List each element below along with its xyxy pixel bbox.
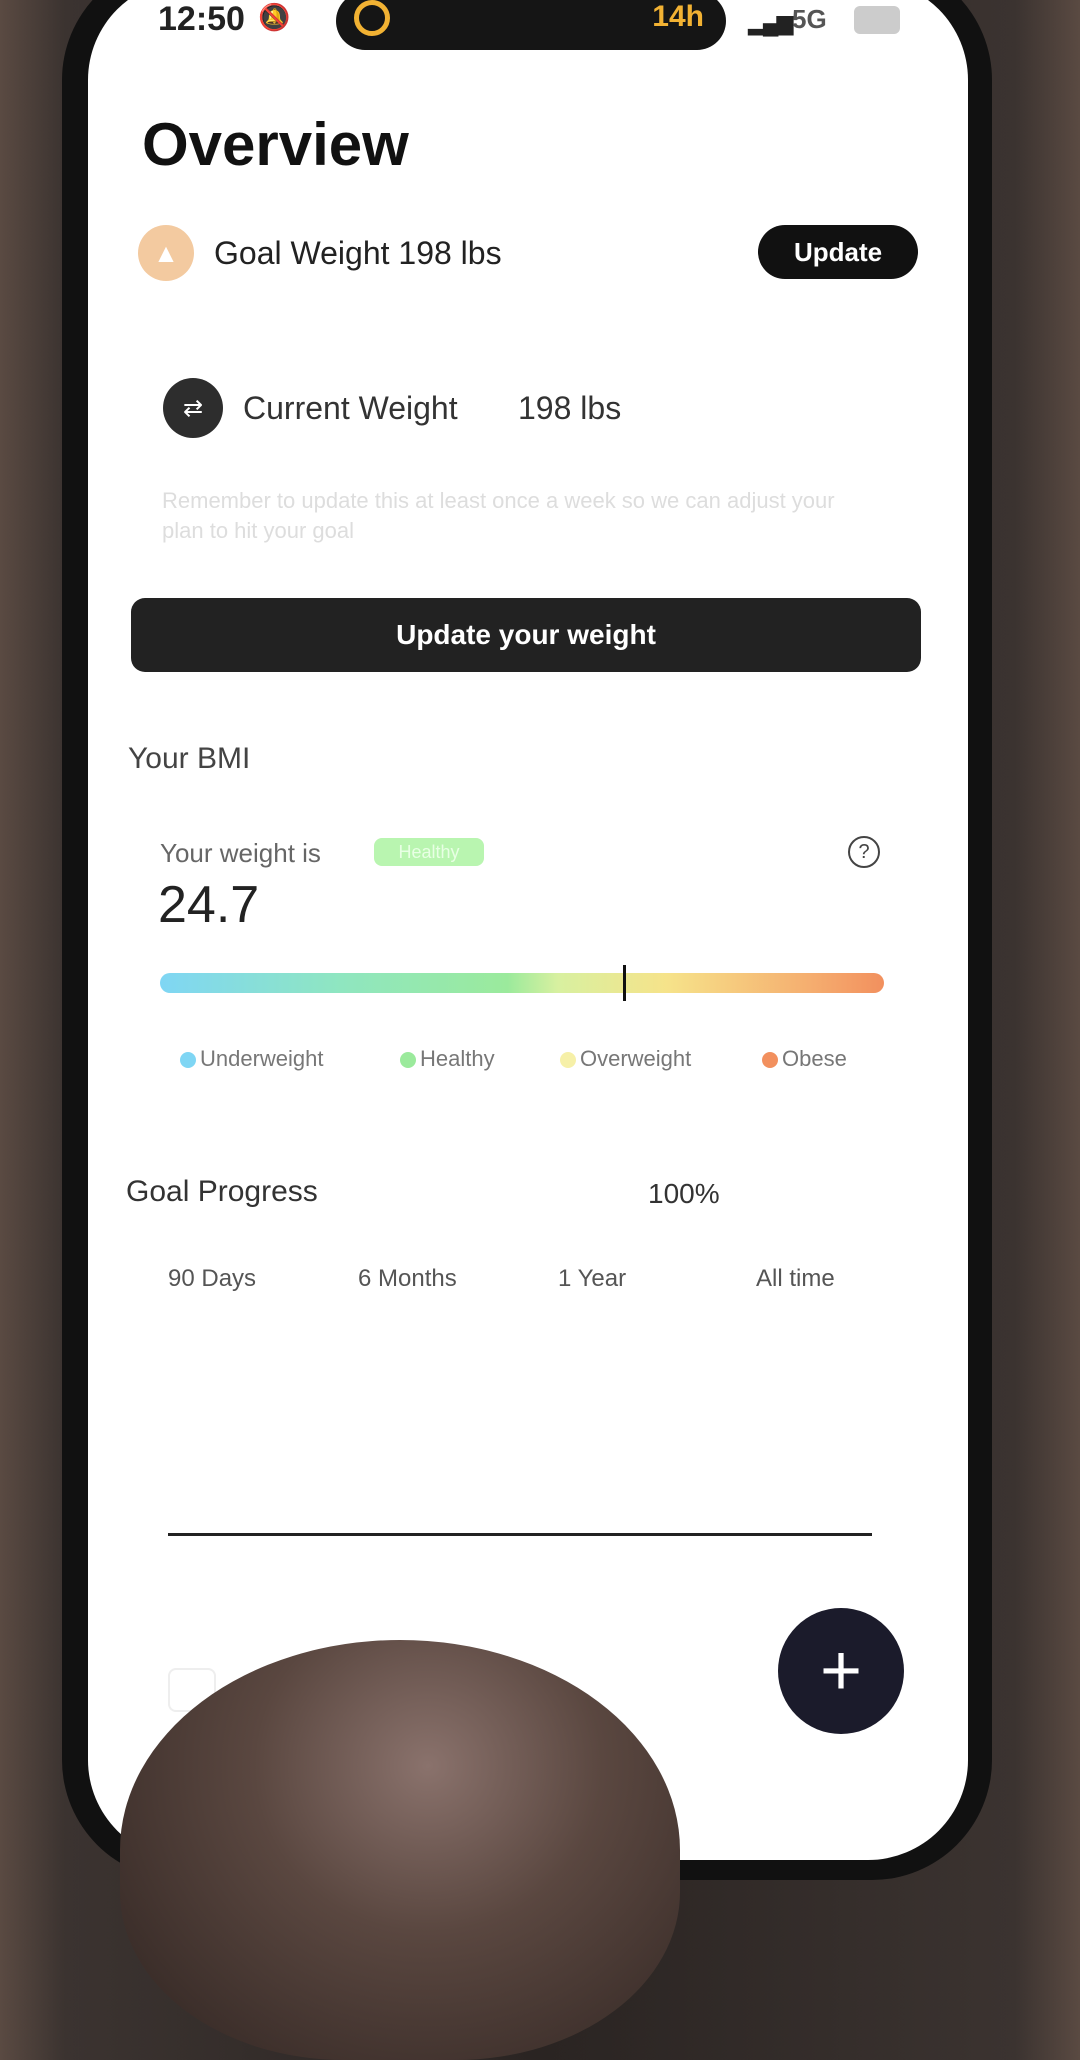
goal-progress-label: Goal Progress bbox=[126, 1175, 318, 1208]
legend-obese: Obese bbox=[762, 1046, 847, 1072]
legend-overweight: Overweight bbox=[560, 1046, 691, 1072]
status-time: 12:50 bbox=[158, 0, 245, 38]
dumbbell-icon: ⇄ bbox=[163, 378, 223, 438]
bmi-value: 24.7 bbox=[158, 876, 260, 934]
trophy-icon: ▲ bbox=[138, 225, 194, 281]
status-bar: 12:50 🔕 14h ▂▄▆ 5G bbox=[88, 0, 968, 50]
help-icon[interactable]: ? bbox=[848, 836, 880, 868]
dynamic-island: 14h bbox=[336, 0, 726, 50]
mute-bell-icon: 🔕 bbox=[258, 2, 291, 32]
legend-dot bbox=[400, 1052, 416, 1069]
goal-progress-percent: 100% bbox=[648, 1178, 720, 1209]
tab-all-time[interactable]: All time bbox=[756, 1265, 835, 1293]
legend-dot bbox=[762, 1052, 778, 1069]
page-title: Overview bbox=[142, 111, 409, 178]
progress-chart-baseline bbox=[168, 1533, 872, 1536]
update-goal-button[interactable]: Update bbox=[758, 225, 918, 279]
finger-overlay bbox=[120, 1640, 680, 2060]
tab-6-months[interactable]: 6 Months bbox=[358, 1265, 457, 1293]
tab-1-year[interactable]: 1 Year bbox=[558, 1265, 626, 1293]
timer-icon bbox=[354, 0, 390, 36]
update-weight-button[interactable]: Update your weight bbox=[131, 598, 921, 672]
battery-icon bbox=[854, 6, 900, 34]
timer-text: 14h bbox=[652, 0, 704, 33]
bmi-heading: Your BMI bbox=[128, 742, 251, 775]
bmi-scale-bar bbox=[160, 965, 884, 1001]
current-weight-row: ⇄ Current Weight 198 lbs bbox=[163, 378, 863, 438]
tab-90-days[interactable]: 90 Days bbox=[168, 1265, 256, 1293]
current-weight-label: Current Weight bbox=[243, 390, 458, 426]
app-screen: 12:50 🔕 14h ▂▄▆ 5G Overview ▲ Goal Weigh… bbox=[88, 0, 968, 1860]
reminder-text: Remember to update this at least once a … bbox=[162, 488, 835, 543]
legend-dot bbox=[560, 1052, 576, 1069]
goal-weight-label: Goal Weight 198 lbs bbox=[214, 235, 502, 271]
network-label: 5G bbox=[792, 4, 827, 34]
goal-weight-row: ▲ Goal Weight 198 lbs Update bbox=[138, 225, 918, 285]
legend-healthy: Healthy bbox=[400, 1046, 495, 1072]
bmi-marker bbox=[623, 965, 627, 1001]
bmi-status-badge: Healthy bbox=[374, 838, 484, 866]
current-weight-value: 198 lbs bbox=[518, 390, 622, 426]
weight-is-label: Your weight is bbox=[160, 838, 321, 868]
legend-underweight: Underweight bbox=[180, 1046, 324, 1072]
add-entry-button[interactable]: + bbox=[778, 1608, 904, 1734]
legend-dot bbox=[180, 1052, 196, 1069]
signal-icon: ▂▄▆ bbox=[748, 10, 793, 35]
